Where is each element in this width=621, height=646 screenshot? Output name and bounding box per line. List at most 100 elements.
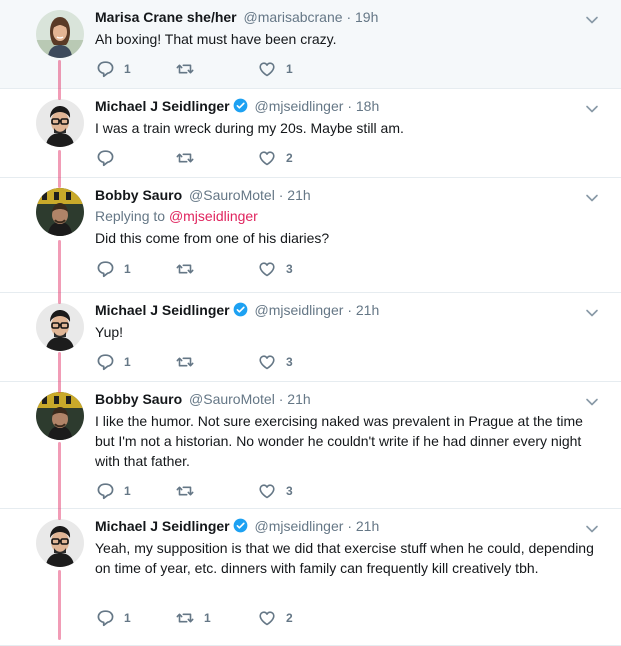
tweet-text: Yup!	[95, 324, 124, 340]
tweet-header: Marisa Crane she/her @marisabcrane · 19h	[95, 8, 378, 26]
like-count: 2	[286, 151, 293, 165]
like-button[interactable]: 2	[257, 608, 293, 628]
reply-button[interactable]: 1	[95, 352, 131, 372]
heart-icon	[257, 148, 277, 168]
verified-badge-icon	[233, 98, 248, 113]
tweet[interactable]: Michael J Seidlinger @mjseidlinger · 18h…	[0, 89, 621, 178]
author-handle[interactable]: @SauroMotel	[189, 187, 275, 203]
heart-icon	[257, 259, 277, 279]
tweet[interactable]: Bobby Sauro @SauroMotel · 21h I like the…	[0, 382, 621, 509]
tweet-actions: 1 1 2	[95, 608, 355, 628]
tweet-text: Ah boxing! That must have been crazy.	[95, 31, 337, 47]
author-name[interactable]: Bobby Sauro	[95, 187, 182, 203]
verified-badge-icon	[233, 302, 248, 317]
tweet[interactable]: Michael J Seidlinger @mjseidlinger · 21h…	[0, 509, 621, 646]
separator-dot: ·	[347, 302, 352, 318]
tweet[interactable]: Marisa Crane she/her @marisabcrane · 19h…	[0, 0, 621, 89]
avatar[interactable]	[36, 188, 84, 236]
tweet-timestamp[interactable]: 21h	[287, 391, 310, 407]
retweet-count: 1	[204, 611, 211, 625]
heart-icon	[257, 608, 277, 628]
author-name[interactable]: Michael J Seidlinger	[95, 518, 230, 534]
reply-count: 1	[124, 262, 131, 276]
author-name[interactable]: Bobby Sauro	[95, 391, 182, 407]
reply-icon	[95, 608, 115, 628]
tweet-header: Michael J Seidlinger @mjseidlinger · 18h	[95, 97, 379, 115]
replying-to-line: Replying to @mjseidlinger	[95, 207, 258, 225]
like-count: 3	[286, 484, 293, 498]
author-name[interactable]: Michael J Seidlinger	[95, 98, 230, 114]
like-count: 2	[286, 611, 293, 625]
avatar[interactable]	[36, 99, 84, 147]
tweet-text: Did this come from one of his diaries?	[95, 230, 330, 246]
conversation-timeline: Marisa Crane she/her @marisabcrane · 19h…	[0, 0, 621, 646]
tweet-actions: 1 3	[95, 259, 355, 279]
retweet-button[interactable]	[175, 352, 204, 372]
like-button[interactable]: 3	[257, 352, 293, 372]
tweet-header: Bobby Sauro @SauroMotel · 21h	[95, 186, 311, 204]
chevron-down-icon[interactable]	[585, 521, 599, 533]
tweet-timestamp[interactable]: 21h	[356, 302, 379, 318]
reply-button[interactable]: 1	[95, 59, 131, 79]
replying-to-mention[interactable]: @mjseidlinger	[169, 208, 258, 224]
avatar[interactable]	[36, 303, 84, 351]
tweet-header: Bobby Sauro @SauroMotel · 21h	[95, 390, 311, 408]
tweet-timestamp[interactable]: 21h	[287, 187, 310, 203]
reply-button[interactable]	[95, 148, 124, 168]
reply-button[interactable]: 1	[95, 608, 131, 628]
tweet-header: Michael J Seidlinger @mjseidlinger · 21h	[95, 517, 379, 535]
reply-button[interactable]: 1	[95, 481, 131, 501]
tweet-actions: 2	[95, 148, 355, 168]
chevron-down-icon[interactable]	[585, 305, 599, 317]
author-handle[interactable]: @mjseidlinger	[255, 98, 344, 114]
retweet-button[interactable]	[175, 59, 204, 79]
reply-count: 1	[124, 484, 131, 498]
retweet-button[interactable]	[175, 481, 204, 501]
retweet-button[interactable]	[175, 148, 204, 168]
tweet-actions: 1 3	[95, 352, 355, 372]
like-button[interactable]: 3	[257, 481, 293, 501]
avatar[interactable]	[36, 10, 84, 58]
reply-button[interactable]: 1	[95, 259, 131, 279]
chevron-down-icon[interactable]	[585, 190, 599, 202]
thread-connector-line	[58, 150, 61, 188]
like-count: 3	[286, 355, 293, 369]
tweet[interactable]: Michael J Seidlinger @mjseidlinger · 21h…	[0, 293, 621, 382]
thread-connector-line	[58, 240, 61, 304]
retweet-button[interactable]	[175, 259, 204, 279]
author-name[interactable]: Michael J Seidlinger	[95, 302, 230, 318]
chevron-down-icon[interactable]	[585, 394, 599, 406]
retweet-icon	[175, 148, 195, 168]
reply-icon	[95, 481, 115, 501]
retweet-button[interactable]: 1	[175, 608, 211, 628]
tweet-text: I like the humor. Not sure exercising na…	[95, 413, 583, 469]
reply-count: 1	[124, 355, 131, 369]
separator-dot: ·	[278, 391, 284, 407]
like-button[interactable]: 1	[257, 59, 293, 79]
tweet-timestamp[interactable]: 18h	[356, 98, 379, 114]
chevron-down-icon[interactable]	[585, 101, 599, 113]
separator-dot: ·	[278, 187, 284, 203]
like-button[interactable]: 3	[257, 259, 293, 279]
tweet-text: I was a train wreck during my 20s. Maybe…	[95, 120, 404, 136]
tweet[interactable]: Bobby Sauro @SauroMotel · 21h Replying t…	[0, 178, 621, 293]
tweet-actions: 1 3	[95, 481, 355, 501]
author-handle[interactable]: @mjseidlinger	[255, 518, 344, 534]
tweet-timestamp[interactable]: 21h	[356, 518, 379, 534]
tweet-actions: 1 1	[95, 59, 355, 79]
author-name[interactable]: Marisa Crane she/her	[95, 9, 237, 25]
avatar[interactable]	[36, 519, 84, 567]
tweet-timestamp[interactable]: 19h	[355, 9, 378, 25]
avatar[interactable]	[36, 392, 84, 440]
author-handle[interactable]: @mjseidlinger	[255, 302, 344, 318]
chevron-down-icon[interactable]	[585, 12, 599, 24]
like-button[interactable]: 2	[257, 148, 293, 168]
author-handle[interactable]: @marisabcrane	[244, 9, 343, 25]
author-handle[interactable]: @SauroMotel	[189, 391, 275, 407]
thread-connector-line	[58, 60, 61, 100]
thread-connector-line	[58, 570, 61, 640]
tweet-text: Yeah, my supposition is that we did that…	[95, 540, 594, 576]
separator-dot: ·	[347, 98, 352, 114]
reply-icon	[95, 148, 115, 168]
retweet-icon	[175, 59, 195, 79]
